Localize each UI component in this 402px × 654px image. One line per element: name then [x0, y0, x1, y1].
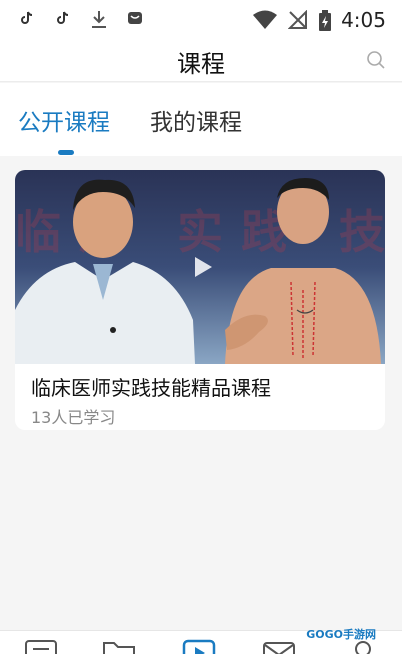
- search-icon[interactable]: [366, 50, 386, 70]
- course-card[interactable]: 临床 实践 技能 临床医师实践技能精品课程 13人已学习: [15, 170, 385, 430]
- active-tab-indicator: [58, 150, 74, 155]
- course-title[interactable]: 临床医师实践技能精品课程: [31, 372, 271, 401]
- folder-icon[interactable]: [102, 639, 136, 654]
- tiktok-icon: [18, 10, 36, 28]
- page-title: 课程: [177, 50, 225, 78]
- play-icon[interactable]: [182, 639, 216, 654]
- mail-icon[interactable]: [262, 639, 296, 654]
- course-thumbnail[interactable]: 临床 实践 技能: [15, 170, 385, 364]
- tab-public-courses[interactable]: 公开课程: [18, 103, 110, 137]
- tiktok-icon: [54, 10, 72, 28]
- status-bar: 4:05: [0, 0, 402, 40]
- wifi-icon: [252, 10, 278, 29]
- app-header: 课程: [0, 40, 402, 82]
- list-icon[interactable]: [24, 639, 58, 654]
- app-icon: [126, 10, 144, 28]
- learner-count: 13人已学习: [31, 408, 116, 427]
- course-tabs: 公开课程 我的课程: [0, 83, 402, 156]
- no-signal-icon: [287, 9, 308, 29]
- play-icon[interactable]: [189, 254, 215, 280]
- download-icon: [90, 10, 108, 28]
- tab-my-courses[interactable]: 我的课程: [150, 103, 242, 137]
- watermark: GOGO手游网: [306, 628, 376, 641]
- status-time: 4:05: [341, 8, 386, 32]
- battery-charging-icon: [318, 10, 332, 31]
